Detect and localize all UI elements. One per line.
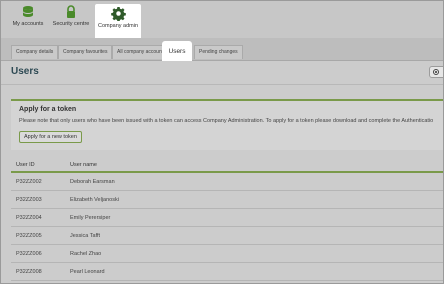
page-title: Users <box>11 66 39 77</box>
tab-users[interactable]: Users <box>162 41 192 63</box>
user-id-cell: P32ZZ005 <box>16 233 42 239</box>
user-name-cell: Deborah Earsman <box>70 179 115 185</box>
nav-label: My accounts <box>12 21 44 27</box>
table-row[interactable]: P32ZZ006 Rachel Zhao <box>11 245 443 263</box>
user-name-cell: Emily Perersiper <box>70 215 111 221</box>
tab-company-details[interactable]: Company details <box>11 45 59 59</box>
users-table: User ID User name P32ZZ002 Deborah Earsm… <box>11 159 443 281</box>
top-navigation: My accounts Security centre Company admi… <box>1 1 443 38</box>
user-id-cell: P32ZZ008 <box>16 269 42 275</box>
lock-icon <box>67 5 75 18</box>
user-id-cell: P32ZZ003 <box>16 197 42 203</box>
radio-icon <box>433 69 439 75</box>
database-icon <box>23 6 33 17</box>
tab-company-favourites[interactable]: Company favourites <box>58 45 113 59</box>
token-panel: Apply for a token Please note that only … <box>11 99 443 150</box>
user-name-cell: Pearl Leonard <box>70 269 105 275</box>
main-content: Users Apply for a token Please note that… <box>1 61 443 283</box>
user-name-cell: Rachel Zhao <box>70 251 102 257</box>
nav-company-admin[interactable]: Company admin <box>95 4 141 38</box>
table-row[interactable]: P32ZZ005 Jessica Tafft <box>11 227 443 245</box>
gear-icon <box>110 6 126 21</box>
table-row[interactable]: P32ZZ003 Elizabeth Veljanoski <box>11 191 443 209</box>
header-user-id: User ID <box>16 162 35 168</box>
header-user-name: User name <box>70 162 97 168</box>
table-row[interactable]: P32ZZ004 Emily Perersiper <box>11 209 443 227</box>
nav-label: Security centre <box>52 21 90 27</box>
view-toggle-button[interactable] <box>429 66 443 78</box>
tab-strip: Company details Company favourites All c… <box>1 38 443 61</box>
app-frame: My accounts Security centre Company admi… <box>0 0 444 284</box>
user-id-cell: P32ZZ006 <box>16 251 42 257</box>
nav-security-centre[interactable]: Security centre <box>52 5 90 35</box>
table-header: User ID User name <box>11 159 443 173</box>
tab-pending-changes[interactable]: Pending changes <box>194 45 243 59</box>
token-panel-title: Apply for a token <box>19 106 77 113</box>
nav-my-accounts[interactable]: My accounts <box>11 5 45 35</box>
nav-label: Company admin <box>97 23 139 29</box>
user-name-cell: Jessica Tafft <box>70 233 101 239</box>
user-id-cell: P32ZZ004 <box>16 215 42 221</box>
apply-token-button[interactable]: Apply for a new token <box>19 131 82 143</box>
divider <box>1 84 443 85</box>
token-panel-text: Please note that only users who have bee… <box>19 118 434 124</box>
user-id-cell: P32ZZ002 <box>16 179 42 185</box>
table-row[interactable]: P32ZZ002 Deborah Earsman <box>11 173 443 191</box>
user-name-cell: Elizabeth Veljanoski <box>70 197 119 203</box>
table-row[interactable]: P32ZZ008 Pearl Leonard <box>11 263 443 281</box>
